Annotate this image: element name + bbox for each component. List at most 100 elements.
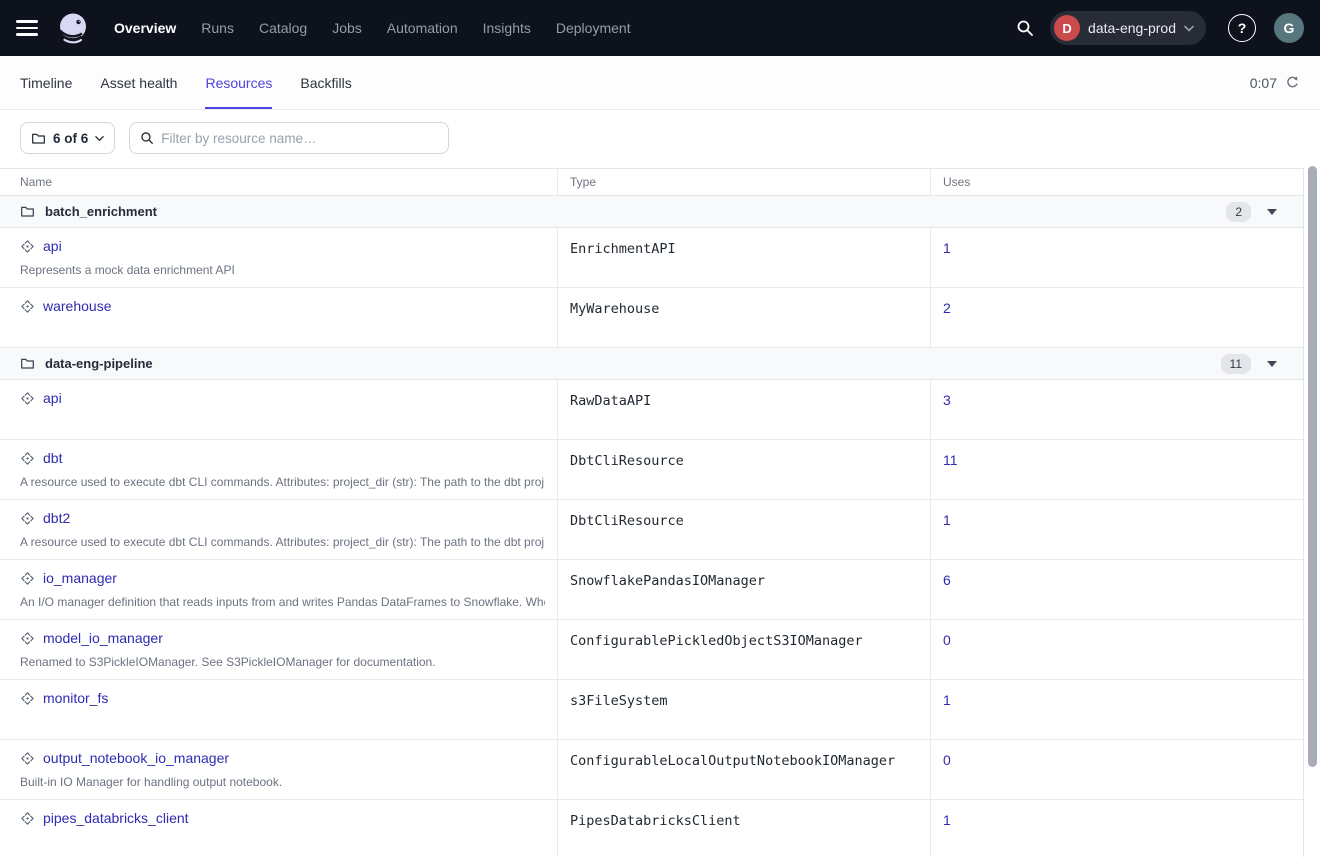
uses-count-link[interactable]: 1 <box>943 810 951 828</box>
resource-icon <box>20 691 35 706</box>
tab-resources[interactable]: Resources <box>205 56 272 109</box>
resource-link[interactable]: dbt <box>43 450 62 466</box>
deployment-switcher[interactable]: D data-eng-prod <box>1050 11 1206 45</box>
chevron-down-icon <box>95 135 104 142</box>
nav-item-jobs[interactable]: Jobs <box>332 20 362 36</box>
dagster-logo-icon[interactable] <box>54 9 92 47</box>
uses-count-link[interactable]: 1 <box>943 510 951 528</box>
refresh-icon[interactable] <box>1285 75 1300 90</box>
tab-timeline[interactable]: Timeline <box>20 56 72 109</box>
group-name: data-eng-pipeline <box>45 356 153 371</box>
uses-count-link[interactable]: 11 <box>943 450 958 468</box>
group-count-badge: 11 <box>1221 354 1251 374</box>
table-row: api RawDataAPI 3 <box>0 380 1303 440</box>
resource-description: Built-in IO Manager for handling output … <box>20 775 545 789</box>
search-icon <box>140 131 154 145</box>
resource-link[interactable]: output_notebook_io_manager <box>43 750 229 766</box>
search-icon[interactable] <box>1008 11 1042 45</box>
top-nav: Overview Runs Catalog Jobs Automation In… <box>0 0 1320 56</box>
resource-link[interactable]: monitor_fs <box>43 690 108 706</box>
uses-count-link[interactable]: 3 <box>943 390 951 408</box>
uses-count-link[interactable]: 1 <box>943 690 951 708</box>
table-header: Name Type Uses <box>0 168 1303 196</box>
resource-type: DbtCliResource <box>570 510 918 529</box>
folder-icon <box>31 131 46 146</box>
resource-description: A resource used to execute dbt CLI comma… <box>20 535 545 549</box>
resource-type: EnrichmentAPI <box>570 238 918 257</box>
table-row: dbt A resource used to execute dbt CLI c… <box>0 440 1303 500</box>
resource-type: DbtCliResource <box>570 450 918 469</box>
resource-type: RawDataAPI <box>570 390 918 409</box>
group-count-dropdown[interactable]: 6 of 6 <box>20 122 115 154</box>
chevron-down-icon <box>1184 25 1194 32</box>
menu-icon[interactable] <box>16 15 42 41</box>
nav-item-automation[interactable]: Automation <box>387 20 458 36</box>
uses-count-link[interactable]: 0 <box>943 630 951 648</box>
table-row: monitor_fs s3FileSystem 1 <box>0 680 1303 740</box>
table-row: api Represents a mock data enrichment AP… <box>0 228 1303 288</box>
group-row-data-eng-pipeline[interactable]: data-eng-pipeline 11 <box>0 348 1303 380</box>
resource-link[interactable]: dbt2 <box>43 510 70 526</box>
group-count-label: 6 of 6 <box>53 131 88 146</box>
resource-icon <box>20 391 35 406</box>
tab-backfills[interactable]: Backfills <box>300 56 351 109</box>
resource-toolbar: 6 of 6 <box>0 110 1320 168</box>
refresh-timer: 0:07 <box>1250 75 1300 91</box>
nav-item-deployment[interactable]: Deployment <box>556 20 631 36</box>
table-row: dbt2 A resource used to execute dbt CLI … <box>0 500 1303 560</box>
deployment-badge: D <box>1054 15 1080 41</box>
primary-nav: Overview Runs Catalog Jobs Automation In… <box>114 20 631 36</box>
resource-link[interactable]: api <box>43 390 62 406</box>
table-row: io_manager An I/O manager definition tha… <box>0 560 1303 620</box>
vertical-scrollbar[interactable] <box>1308 166 1317 767</box>
help-icon[interactable]: ? <box>1228 14 1256 42</box>
group-name: batch_enrichment <box>45 204 157 219</box>
resource-icon <box>20 811 35 826</box>
resource-link[interactable]: model_io_manager <box>43 630 163 646</box>
collapse-caret-icon[interactable] <box>1267 361 1277 367</box>
resource-description: Renamed to S3PickleIOManager. See S3Pick… <box>20 655 545 669</box>
resources-table: Name Type Uses batch_enrichment 2 api Re… <box>0 168 1304 857</box>
resource-icon <box>20 751 35 766</box>
collapse-caret-icon[interactable] <box>1267 209 1277 215</box>
uses-count-link[interactable]: 0 <box>943 750 951 768</box>
tab-asset-health[interactable]: Asset health <box>100 56 177 109</box>
resource-description: A resource used to execute dbt CLI comma… <box>20 475 545 489</box>
table-row: model_io_manager Renamed to S3PickleIOMa… <box>0 620 1303 680</box>
nav-item-catalog[interactable]: Catalog <box>259 20 307 36</box>
table-row: output_notebook_io_manager Built-in IO M… <box>0 740 1303 800</box>
resource-link[interactable]: api <box>43 238 62 254</box>
uses-count-link[interactable]: 6 <box>943 570 951 588</box>
nav-item-runs[interactable]: Runs <box>201 20 234 36</box>
group-count-badge: 2 <box>1226 202 1251 222</box>
resource-icon <box>20 511 35 526</box>
uses-count-link[interactable]: 1 <box>943 238 951 256</box>
user-avatar[interactable]: G <box>1274 13 1304 43</box>
nav-item-overview[interactable]: Overview <box>114 20 176 36</box>
column-header-uses: Uses <box>930 169 1303 195</box>
column-header-name: Name <box>0 175 557 189</box>
column-header-type: Type <box>557 169 930 195</box>
resource-link[interactable]: warehouse <box>43 298 112 314</box>
uses-count-link[interactable]: 2 <box>943 298 951 316</box>
resource-type: s3FileSystem <box>570 690 918 709</box>
resource-type: SnowflakePandasIOManager <box>570 570 918 589</box>
folder-icon <box>20 356 35 371</box>
resource-icon <box>20 451 35 466</box>
table-row: warehouse MyWarehouse 2 <box>0 288 1303 348</box>
resource-filter-box <box>129 122 449 154</box>
resource-icon <box>20 239 35 254</box>
overview-tab-bar: Timeline Asset health Resources Backfill… <box>0 56 1320 110</box>
resource-description: Represents a mock data enrichment API <box>20 263 545 277</box>
nav-item-insights[interactable]: Insights <box>483 20 531 36</box>
resource-filter-input[interactable] <box>161 131 438 146</box>
group-row-batch-enrichment[interactable]: batch_enrichment 2 <box>0 196 1303 228</box>
timer-value: 0:07 <box>1250 75 1277 91</box>
resource-type: PipesDatabricksClient <box>570 810 918 829</box>
resource-link[interactable]: io_manager <box>43 570 117 586</box>
resource-link[interactable]: pipes_databricks_client <box>43 810 189 826</box>
folder-icon <box>20 204 35 219</box>
resource-type: ConfigurableLocalOutputNotebookIOManager <box>570 750 918 769</box>
resource-icon <box>20 631 35 646</box>
resource-icon <box>20 299 35 314</box>
